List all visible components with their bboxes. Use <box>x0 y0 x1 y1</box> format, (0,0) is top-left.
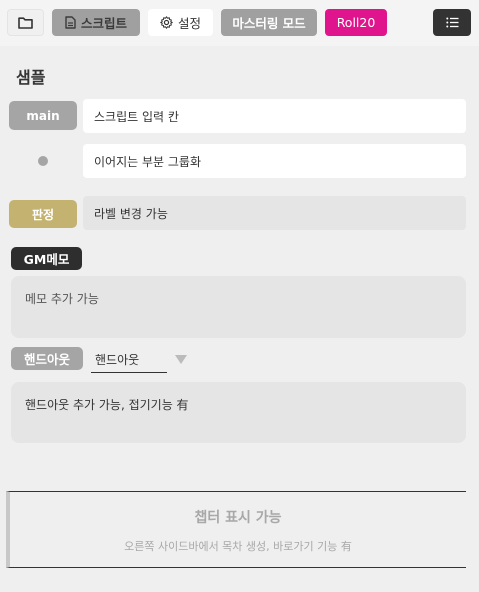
row-label-check[interactable]: 판정 <box>9 200 77 228</box>
script-button[interactable]: 스크립트 <box>52 9 140 36</box>
handout-box[interactable]: 핸드아웃 추가 가능, 접기기능 有 <box>11 382 466 443</box>
gm-memo-label: GM메모 <box>11 247 82 270</box>
chapter-subtitle: 오른쪽 사이드바에서 목차 생성, 바로가기 기능 有 <box>124 540 352 553</box>
document-icon <box>65 16 81 29</box>
gear-icon <box>160 16 178 29</box>
chapter-divider: 챕터 표시 가능 오른쪽 사이드바에서 목차 생성, 바로가기 기능 有 <box>6 491 466 568</box>
script-content: 샘플 main 스크립트 입력 칸 이어지는 부분 그룹화 판정 라벨 변경 가… <box>0 46 479 592</box>
gm-memo-box[interactable]: 메모 추가 가능 <box>11 276 466 338</box>
folder-button[interactable] <box>7 9 44 36</box>
handout-label[interactable]: 핸드아웃 <box>11 347 83 370</box>
script-button-label: 스크립트 <box>80 16 127 31</box>
settings-button-label: 설정 <box>177 16 201 31</box>
caret-down-icon[interactable] <box>175 355 187 364</box>
settings-button[interactable]: 설정 <box>148 9 213 36</box>
roll20-button[interactable]: Roll20 <box>325 9 387 36</box>
continuation-dot[interactable] <box>38 156 48 166</box>
continued-row[interactable]: 이어지는 부분 그룹화 <box>83 144 466 178</box>
list-icon <box>445 17 459 28</box>
toc-toggle-button[interactable] <box>433 9 471 36</box>
top-toolbar: 스크립트 설정 마스터링 모드 Roll20 <box>0 0 479 46</box>
handout-select[interactable]: 핸드아웃 <box>91 347 167 373</box>
script-input-row[interactable]: 스크립트 입력 칸 <box>83 99 466 133</box>
check-row[interactable]: 라벨 변경 가능 <box>83 196 466 230</box>
folder-icon <box>18 16 33 29</box>
row-label-main[interactable]: main <box>9 101 77 130</box>
chapter-title: 챕터 표시 가능 <box>194 510 282 526</box>
mastering-mode-button[interactable]: 마스터링 모드 <box>221 9 317 36</box>
page-title: 샘플 <box>16 68 46 87</box>
